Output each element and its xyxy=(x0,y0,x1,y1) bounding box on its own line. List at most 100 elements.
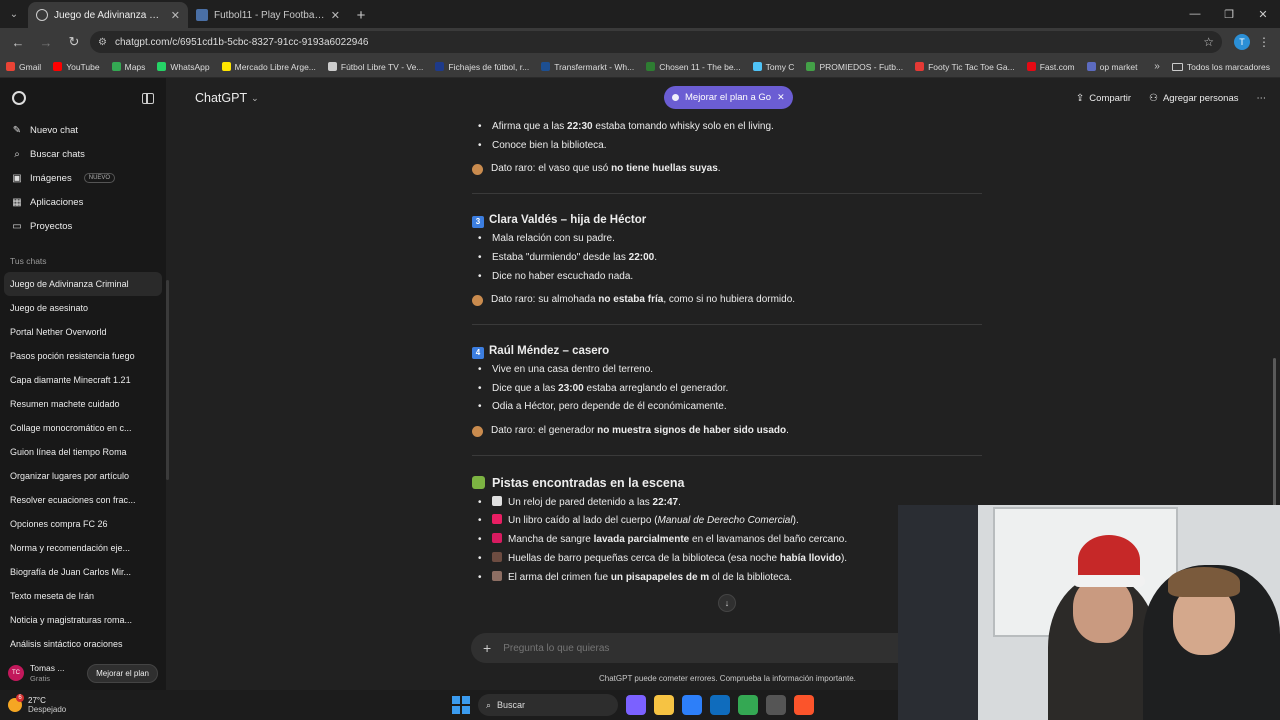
chat-history-item[interactable]: Texto meseta de Irán xyxy=(0,584,166,608)
model-name: ChatGPT xyxy=(195,91,248,105)
omnibox[interactable]: ⚙ chatgpt.com/c/6951cd1b-5cbc-8327-91cc-… xyxy=(90,31,1222,53)
close-window-icon[interactable]: ✕ xyxy=(1246,0,1280,28)
search-icon: ⌕ xyxy=(14,148,20,160)
store-icon[interactable] xyxy=(682,695,702,715)
tab-juego-adivinanza[interactable]: Juego de Adivinanza Criminal ✕ xyxy=(28,2,188,28)
sidebar-item-edit[interactable]: ✎ Nuevo chat xyxy=(0,118,166,142)
search-icon: ⌕ xyxy=(486,699,492,710)
taskbar-search-label: Buscar xyxy=(497,700,526,710)
bookmark-star-icon[interactable]: ☆ xyxy=(1203,35,1214,49)
new-badge: NUEVO xyxy=(83,173,116,183)
model-selector[interactable]: ChatGPT ⌄ xyxy=(195,91,259,105)
copilot-icon[interactable] xyxy=(626,695,646,715)
go-plan-promo[interactable]: Mejorar el plan a Go ✕ xyxy=(664,86,793,109)
avatar[interactable]: TC xyxy=(8,665,24,681)
outlook-icon[interactable] xyxy=(710,695,730,715)
chat-history-item[interactable]: Collage monocromático en c... xyxy=(0,416,166,440)
chat-history-item[interactable]: Análisis sintáctico oraciones xyxy=(0,632,166,656)
chat-history-item[interactable]: Pasos poción resistencia fuego xyxy=(0,344,166,368)
browser-menu-icon[interactable]: ⋮ xyxy=(1254,35,1274,49)
sidebar-item-search[interactable]: ⌕ Buscar chats xyxy=(0,142,166,166)
notification-badge: 6 xyxy=(16,694,24,702)
new-tab-button[interactable]: + xyxy=(348,2,374,28)
brave-icon[interactable] xyxy=(794,695,814,715)
add-person-icon: ⚇ xyxy=(1149,92,1158,104)
sidebar-item-image[interactable]: ▣ Imágenes NUEVO xyxy=(0,166,166,190)
main-scrollbar[interactable] xyxy=(1273,358,1276,508)
prompt-input[interactable] xyxy=(503,642,804,654)
chat-history-item[interactable]: Biografía de Juan Carlos Mir... xyxy=(0,560,166,584)
chat-history-item[interactable]: Noticia y magistraturas roma... xyxy=(0,608,166,632)
bookmark-item[interactable]: op market xyxy=(1086,62,1137,72)
sidebar-item-label: Aplicaciones xyxy=(30,196,84,208)
user-name: Tomas ... xyxy=(30,663,65,674)
more-bookmarks-icon[interactable]: » xyxy=(1154,61,1160,72)
odd-fact-note: Dato raro: su almohada no estaba fría, c… xyxy=(472,291,984,310)
bookmark-item[interactable]: Mercado Libre Arge... xyxy=(221,62,316,72)
bookmark-item[interactable]: Transfermarkt - Wh... xyxy=(541,62,634,72)
sidebar-item-label: Imágenes xyxy=(30,172,72,184)
chat-history-item[interactable]: Juego de Adivinanza Criminal xyxy=(4,272,162,296)
close-tab-icon[interactable]: ✕ xyxy=(331,9,340,22)
close-tab-icon[interactable]: ✕ xyxy=(171,9,180,22)
steam-icon[interactable] xyxy=(766,695,786,715)
chat-history-item[interactable]: Resumen machete cuidado xyxy=(0,392,166,416)
profile-avatar[interactable]: T xyxy=(1234,34,1250,50)
user-panel[interactable]: TC Tomas ... Gratis Mejorar el plan xyxy=(0,656,166,690)
bookmark-item[interactable]: Footy Tic Tac Toe Ga... xyxy=(915,62,1015,72)
add-people-button[interactable]: ⚇ Agregar personas xyxy=(1149,93,1239,104)
weather-widget[interactable]: 6 27°C Despejado xyxy=(8,694,66,714)
bookmark-item[interactable]: Fútbol Libre TV - Ve... xyxy=(327,62,423,72)
chat-history-item[interactable]: Capa diamante Minecraft 1.21 xyxy=(0,368,166,392)
back-button[interactable]: ← xyxy=(6,30,30,54)
url-text[interactable]: chatgpt.com/c/6951cd1b-5cbc-8327-91cc-91… xyxy=(115,37,1195,48)
bookmark-favicon-icon xyxy=(6,62,15,71)
bookmark-item[interactable]: Chosen 11 - The be... xyxy=(646,62,741,72)
taskbar-search[interactable]: ⌕ Buscar xyxy=(478,694,618,716)
forward-button[interactable]: → xyxy=(34,30,58,54)
composer[interactable]: + xyxy=(471,633,911,663)
chat-history-item[interactable]: Portal Nether Overworld xyxy=(0,320,166,344)
chat-history-item[interactable]: Organizar lugares por artículo xyxy=(0,464,166,488)
close-promo-icon[interactable]: ✕ xyxy=(777,92,785,103)
chat-history-item[interactable]: Juego de asesinato xyxy=(0,296,166,320)
bookmark-item[interactable]: PROMIEDOS - Futb... xyxy=(806,62,903,72)
sidebar-nav: ✎ Nuevo chat ⌕ Buscar chats ▣ Imágenes NUEVO ▦ A… xyxy=(0,118,166,238)
sidebar-scrollbar[interactable] xyxy=(166,280,169,480)
bookmark-item[interactable]: Fast.com xyxy=(1026,62,1075,72)
file-explorer-icon[interactable] xyxy=(654,695,674,715)
chat-history-item[interactable]: Opciones compra FC 26 xyxy=(0,512,166,536)
more-options-icon[interactable]: ⋯ xyxy=(1257,93,1267,104)
sidebar-item-folder[interactable]: ▭ Proyectos xyxy=(0,214,166,238)
chat-history-item[interactable]: Resolver ecuaciones con frac... xyxy=(0,488,166,512)
bookmark-item[interactable]: Maps xyxy=(111,62,145,72)
chat-history-item[interactable]: Guion línea del tiempo Roma xyxy=(0,440,166,464)
windows-start-icon[interactable] xyxy=(452,696,470,714)
openai-logo-icon[interactable] xyxy=(12,91,26,105)
window-controls: — ❐ ✕ xyxy=(1178,0,1280,28)
tab-futbol11[interactable]: Futbol11 - Play Football 11 ✕ xyxy=(188,2,348,28)
sidebar-item-apps[interactable]: ▦ Aplicaciones xyxy=(0,190,166,214)
minimize-icon[interactable]: — xyxy=(1178,0,1212,28)
note-text: Dato raro: el vaso que usó no tiene huel… xyxy=(491,163,721,175)
upgrade-plan-button[interactable]: Mejorar el plan xyxy=(87,663,158,683)
share-button[interactable]: ⇪ Compartir xyxy=(1076,93,1131,104)
bookmark-item[interactable]: YouTube xyxy=(53,62,100,72)
promo-icon xyxy=(672,94,679,101)
site-info-icon[interactable]: ⚙ xyxy=(98,37,107,48)
sidebar-toggle-icon[interactable] xyxy=(142,92,154,104)
clue-emoji-icon xyxy=(492,551,502,562)
reload-button[interactable]: ↻ xyxy=(62,30,86,54)
chrome-icon[interactable] xyxy=(738,695,758,715)
bookmark-item[interactable]: Tomy C xyxy=(752,62,794,72)
all-bookmarks-folder[interactable]: Todos los marcadores xyxy=(1171,62,1270,72)
scroll-down-button[interactable]: ↓ xyxy=(718,594,736,612)
bookmark-item[interactable]: Gmail xyxy=(6,62,41,72)
chat-history-item[interactable]: Norma y recomendación eje... xyxy=(0,536,166,560)
bookmark-item[interactable]: Fichajes de fútbol, r... xyxy=(435,62,529,72)
maximize-icon[interactable]: ❐ xyxy=(1212,0,1246,28)
attach-plus-icon[interactable]: + xyxy=(483,640,491,656)
bookmarks-bar: Gmail YouTube Maps WhatsApp Mercado Libre Ar… xyxy=(0,56,1280,78)
tab-search-icon[interactable]: ⌄ xyxy=(0,0,28,28)
bookmark-item[interactable]: WhatsApp xyxy=(157,62,210,72)
